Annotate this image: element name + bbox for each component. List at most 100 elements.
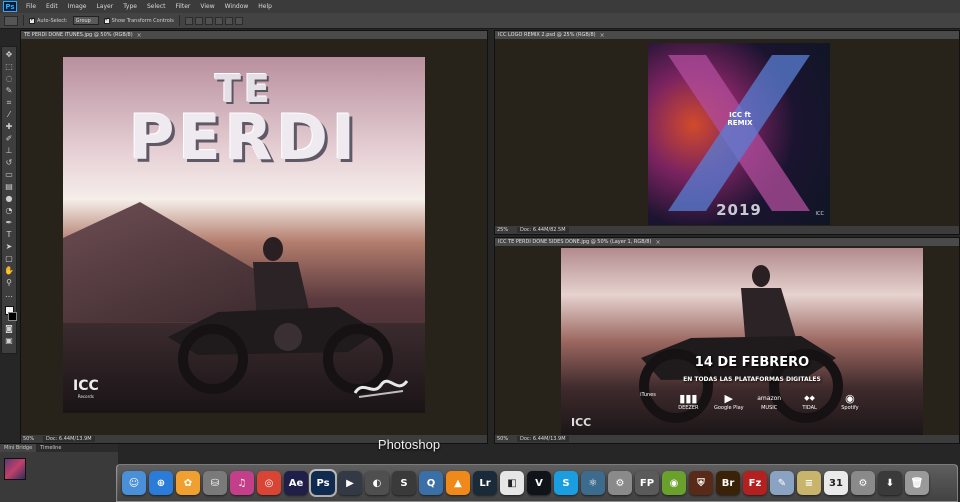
- trash-icon[interactable]: 🗑: [905, 471, 929, 495]
- bridge-icon[interactable]: Br: [716, 471, 740, 495]
- sublime-icon[interactable]: S: [392, 471, 416, 495]
- lightroom-icon[interactable]: Lr: [473, 471, 497, 495]
- platform-label: DEEZER: [678, 405, 699, 411]
- worms-icon[interactable]: ◉: [662, 471, 686, 495]
- document-tab[interactable]: ICC LOGO REMIX 2.psd @ 25% (RGB/8) ×: [495, 31, 959, 39]
- icc-records-logo: ICC Records: [73, 378, 99, 399]
- eyedropper-tool-icon[interactable]: ⁄: [4, 110, 15, 119]
- crop-tool-icon[interactable]: ⌗: [4, 98, 15, 107]
- menu-edit[interactable]: Edit: [41, 0, 63, 13]
- document-tab[interactable]: ICC TE PERDI DONE SIDES DONE.jpg @ 50% (…: [495, 238, 959, 246]
- doc-size: Doc: 6.44M/82.5M: [517, 227, 569, 233]
- path-select-tool-icon[interactable]: ➤: [4, 242, 15, 251]
- marquee-tool-icon[interactable]: ⬚: [4, 62, 15, 71]
- photoshop-window: Ps File Edit Image Layer Type Select Fil…: [0, 0, 960, 502]
- remix-text: ICC ft REMIX: [727, 111, 753, 127]
- zoom-level[interactable]: 25%: [497, 227, 511, 233]
- blur-tool-icon[interactable]: ●: [4, 194, 15, 203]
- photoshop-icon[interactable]: Ps: [309, 469, 337, 497]
- atom-icon[interactable]: ⚛: [581, 471, 605, 495]
- downloads-icon[interactable]: ⬇: [878, 471, 902, 495]
- more-tools-icon[interactable]: …: [4, 290, 15, 299]
- lasso-tool-icon[interactable]: ◌: [4, 74, 15, 83]
- document-tab-title: TE PERDI DONE ITUNES.jpg @ 50% (RGB/8): [24, 32, 133, 38]
- dodge-tool-icon[interactable]: ◔: [4, 206, 15, 215]
- quicktime-icon[interactable]: Q: [419, 471, 443, 495]
- hand-tool-icon[interactable]: ✋: [4, 266, 15, 275]
- filezilla-icon[interactable]: Fz: [743, 471, 767, 495]
- align-bottom-icon[interactable]: [204, 16, 213, 25]
- preview-icon[interactable]: ✎: [770, 471, 794, 495]
- screen-mode-icon[interactable]: ▣: [4, 336, 15, 345]
- background-color-swatch[interactable]: [7, 312, 17, 321]
- menu-view[interactable]: View: [195, 0, 219, 13]
- move-tool-icon[interactable]: ✥: [4, 50, 15, 59]
- disk-utility-icon[interactable]: ⛁: [203, 471, 227, 495]
- artwork-release-banner: 14 DE FEBRERO EN TODAS LAS PLATAFORMAS D…: [561, 248, 923, 435]
- auto-select-dropdown[interactable]: Group: [72, 16, 99, 25]
- close-icon[interactable]: ×: [600, 32, 605, 39]
- tools-panel: ✥ ⬚ ◌ ✎ ⌗ ⁄ ✚ ✐ ⊥ ↺ ▭ ▤ ● ◔ ✒ T ➤ ▢ ✋ ⚲ …: [1, 46, 17, 354]
- final-cut-icon[interactable]: ▶: [338, 471, 362, 495]
- calendar-icon[interactable]: 31: [824, 471, 848, 495]
- healing-tool-icon[interactable]: ✚: [4, 122, 15, 131]
- brush-tool-icon[interactable]: ✐: [4, 134, 15, 143]
- gradient-tool-icon[interactable]: ▤: [4, 182, 15, 191]
- quick-mask-icon[interactable]: ◙: [4, 324, 15, 333]
- document-tab[interactable]: TE PERDI DONE ITUNES.jpg @ 50% (RGB/8) ×: [21, 31, 487, 39]
- notes-icon[interactable]: ≡: [797, 471, 821, 495]
- align-hcenter-icon[interactable]: [224, 16, 233, 25]
- menu-file[interactable]: File: [21, 0, 41, 13]
- signature-logo-icon: [353, 379, 409, 398]
- menu-layer[interactable]: Layer: [91, 0, 118, 13]
- year-text: 2019: [716, 201, 762, 219]
- photos-icon[interactable]: ✿: [176, 471, 200, 495]
- menu-select[interactable]: Select: [142, 0, 171, 13]
- wot-icon[interactable]: ⛨: [689, 471, 713, 495]
- logo-text: ICC: [73, 378, 99, 394]
- video-editor-icon[interactable]: ◧: [500, 471, 524, 495]
- align-top-icon[interactable]: [184, 16, 193, 25]
- type-tool-icon[interactable]: T: [4, 230, 15, 239]
- show-transform-checkbox[interactable]: Show Transform Controls: [103, 16, 174, 24]
- system-prefs-icon[interactable]: ⚙: [851, 471, 875, 495]
- file-icon[interactable]: FP: [635, 471, 659, 495]
- menu-image[interactable]: Image: [63, 0, 92, 13]
- zoom-tool-icon[interactable]: ⚲: [4, 278, 15, 287]
- vlc-icon[interactable]: ▲: [446, 471, 470, 495]
- clone-stamp-tool-icon[interactable]: ⊥: [4, 146, 15, 155]
- document-thumbnail[interactable]: [4, 458, 26, 480]
- menu-help[interactable]: Help: [253, 0, 277, 13]
- menu-window[interactable]: Window: [220, 0, 254, 13]
- x-mark-graphic: [668, 55, 810, 211]
- migration-icon[interactable]: ⚙: [608, 471, 632, 495]
- platform-logos: iTunes ▮▮▮ DEEZER ▶ Google Play amazon M…: [633, 392, 865, 411]
- itunes-icon[interactable]: ♫: [230, 471, 254, 495]
- menu-type[interactable]: Type: [118, 0, 142, 13]
- chrome-icon[interactable]: ◎: [257, 471, 281, 495]
- quick-select-tool-icon[interactable]: ✎: [4, 86, 15, 95]
- history-brush-tool-icon[interactable]: ↺: [4, 158, 15, 167]
- eraser-tool-icon[interactable]: ▭: [4, 170, 15, 179]
- vectorworks-icon[interactable]: V: [527, 471, 551, 495]
- motion-icon[interactable]: ◐: [365, 471, 389, 495]
- skype-icon[interactable]: S: [554, 471, 578, 495]
- move-tool-preset-icon[interactable]: [4, 15, 18, 26]
- after-effects-icon[interactable]: Ae: [284, 471, 308, 495]
- safari-icon[interactable]: ⊕: [149, 471, 173, 495]
- shape-tool-icon[interactable]: ▢: [4, 254, 15, 263]
- close-icon[interactable]: ×: [655, 239, 660, 246]
- close-icon[interactable]: ×: [137, 32, 142, 39]
- align-right-icon[interactable]: [234, 16, 243, 25]
- menu-filter[interactable]: Filter: [171, 0, 196, 13]
- platform-label: Spotify: [841, 405, 859, 411]
- align-left-icon[interactable]: [214, 16, 223, 25]
- auto-select-checkbox[interactable]: Auto-Select:: [29, 16, 68, 24]
- finder-icon[interactable]: ☺: [122, 471, 146, 495]
- divider: [23, 15, 24, 26]
- platform-itunes: iTunes: [633, 392, 663, 411]
- pen-tool-icon[interactable]: ✒: [4, 218, 15, 227]
- options-bar: Auto-Select: Group Show Transform Contro…: [0, 13, 960, 29]
- align-vcenter-icon[interactable]: [194, 16, 203, 25]
- show-transform-label: Show Transform Controls: [111, 17, 174, 24]
